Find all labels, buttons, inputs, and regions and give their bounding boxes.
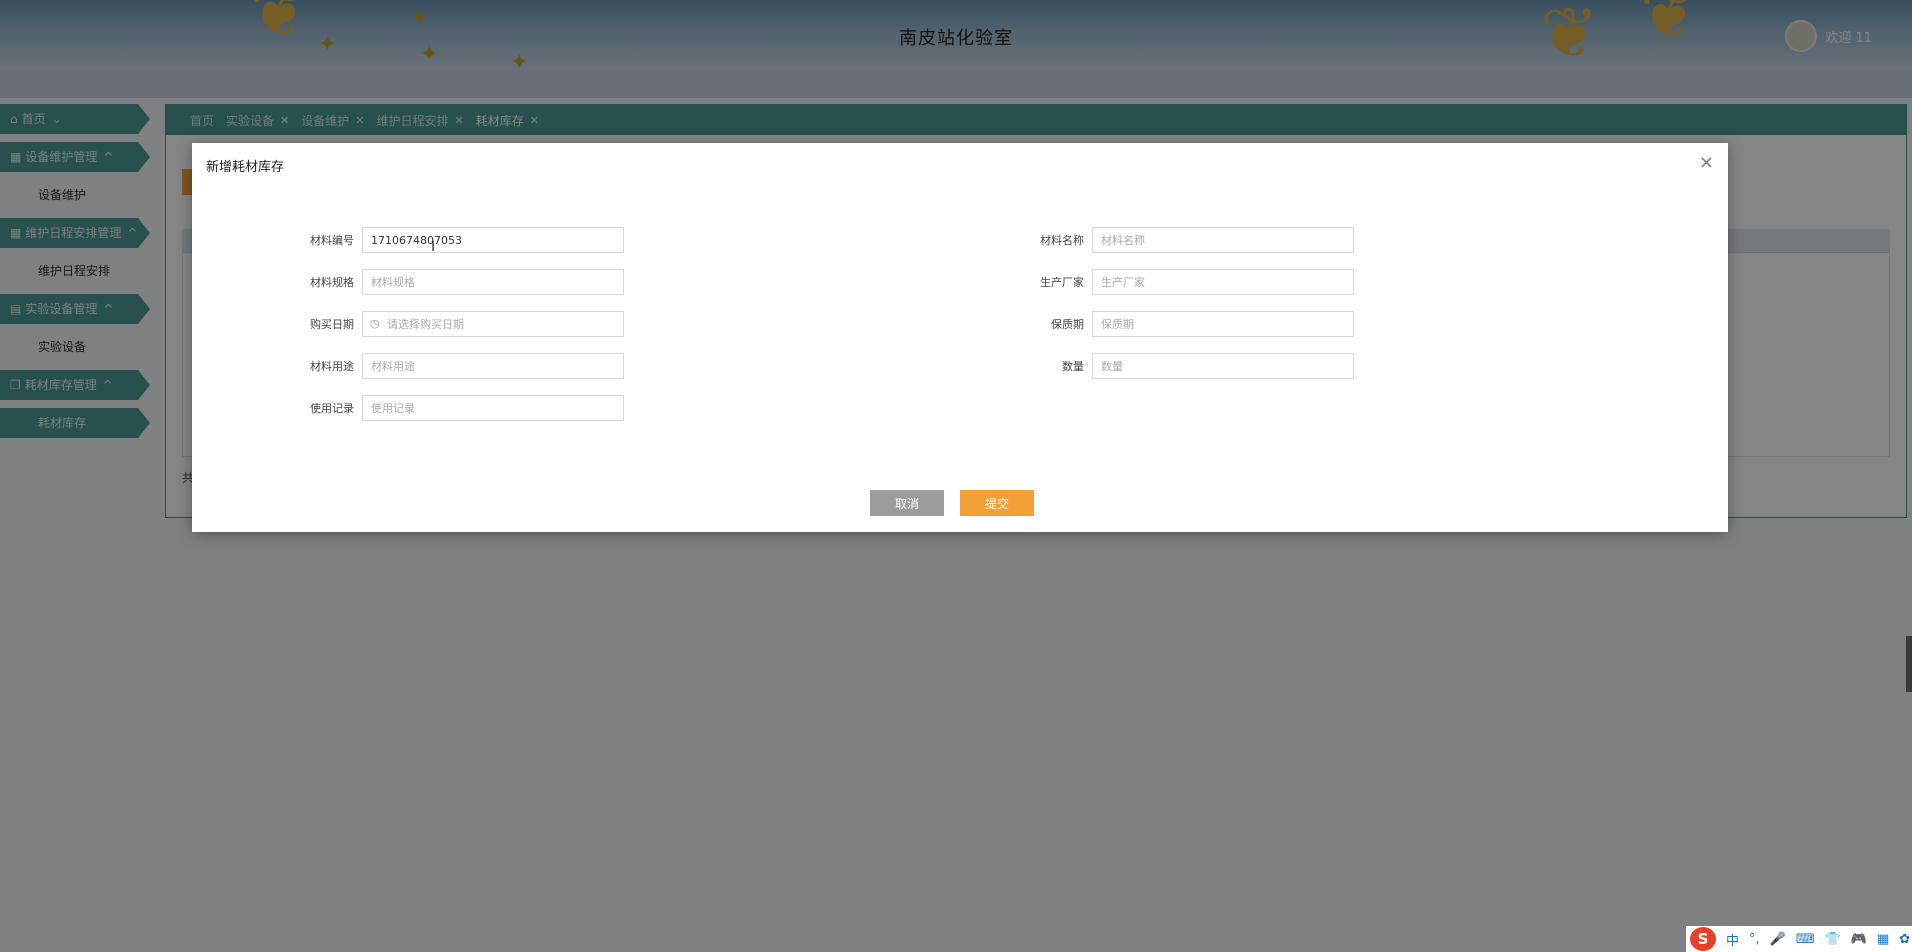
field-row-record: 使用记录	[282, 395, 624, 421]
close-icon[interactable]: ×	[1699, 152, 1714, 173]
date-picker: ◷	[362, 311, 624, 337]
buy-date-label: 购买日期	[310, 318, 354, 331]
field-row-spec: 材料规格	[282, 269, 624, 295]
field-row-usage: 材料用途	[282, 353, 624, 379]
ime-tool-icon[interactable]: ✿	[1899, 932, 1910, 947]
manufacturer-input[interactable]	[1092, 269, 1354, 295]
name-label: 材料名称	[1040, 234, 1084, 247]
shelf-label: 保质期	[1051, 318, 1084, 331]
field-row-maker: 生产厂家	[1012, 269, 1354, 295]
shelf-life-input[interactable]	[1092, 311, 1354, 337]
spec-label: 材料规格	[310, 276, 354, 289]
record-label: 使用记录	[310, 402, 354, 415]
quantity-input[interactable]	[1092, 353, 1354, 379]
clock-icon: ◷	[370, 317, 380, 330]
material-code-input[interactable]	[362, 227, 624, 253]
text-cursor-icon: I	[431, 239, 436, 255]
qty-label: 数量	[1062, 360, 1084, 373]
material-spec-input[interactable]	[362, 269, 624, 295]
code-label: 材料编号	[310, 234, 354, 247]
purchase-date-input[interactable]	[362, 311, 624, 337]
submit-button[interactable]: 提交	[960, 490, 1034, 516]
ime-tool-icon[interactable]: 🎤	[1770, 932, 1786, 947]
field-row-shelf: 保质期	[1012, 311, 1354, 337]
field-row-name: 材料名称	[1012, 227, 1354, 253]
ime-toolbar: S 中 °, 🎤 ⌨ 👕 🎮 ▦ ✿	[1686, 926, 1912, 952]
field-row-qty: 数量	[1012, 353, 1354, 379]
field-row-code: 材料编号	[282, 227, 624, 253]
ime-tool-icon[interactable]: 中	[1726, 930, 1739, 949]
sogou-logo-icon[interactable]: S	[1690, 927, 1716, 951]
ime-tool-icon[interactable]: 🎮	[1851, 932, 1867, 947]
material-name-input[interactable]	[1092, 227, 1354, 253]
side-handle[interactable]	[1906, 636, 1912, 692]
ime-tool-icon[interactable]: ⌨	[1796, 932, 1815, 947]
ime-tool-icon[interactable]: °,	[1749, 932, 1760, 947]
usage-label: 材料用途	[310, 360, 354, 373]
usage-record-input[interactable]	[362, 395, 624, 421]
field-row-buy-date: 购买日期 ◷	[282, 311, 624, 337]
material-usage-input[interactable]	[362, 353, 624, 379]
cancel-button[interactable]: 取消	[870, 490, 944, 516]
dialog-title: 新增耗材库存	[206, 160, 285, 175]
maker-label: 生产厂家	[1040, 276, 1084, 289]
add-consumable-dialog: 新增耗材库存 × 材料编号 材料名称 材料规格 生产厂家 购买日期 ◷ 保质期 …	[192, 143, 1728, 532]
ime-tool-icon[interactable]: ▦	[1877, 932, 1889, 947]
ime-tool-icon[interactable]: 👕	[1825, 932, 1841, 947]
